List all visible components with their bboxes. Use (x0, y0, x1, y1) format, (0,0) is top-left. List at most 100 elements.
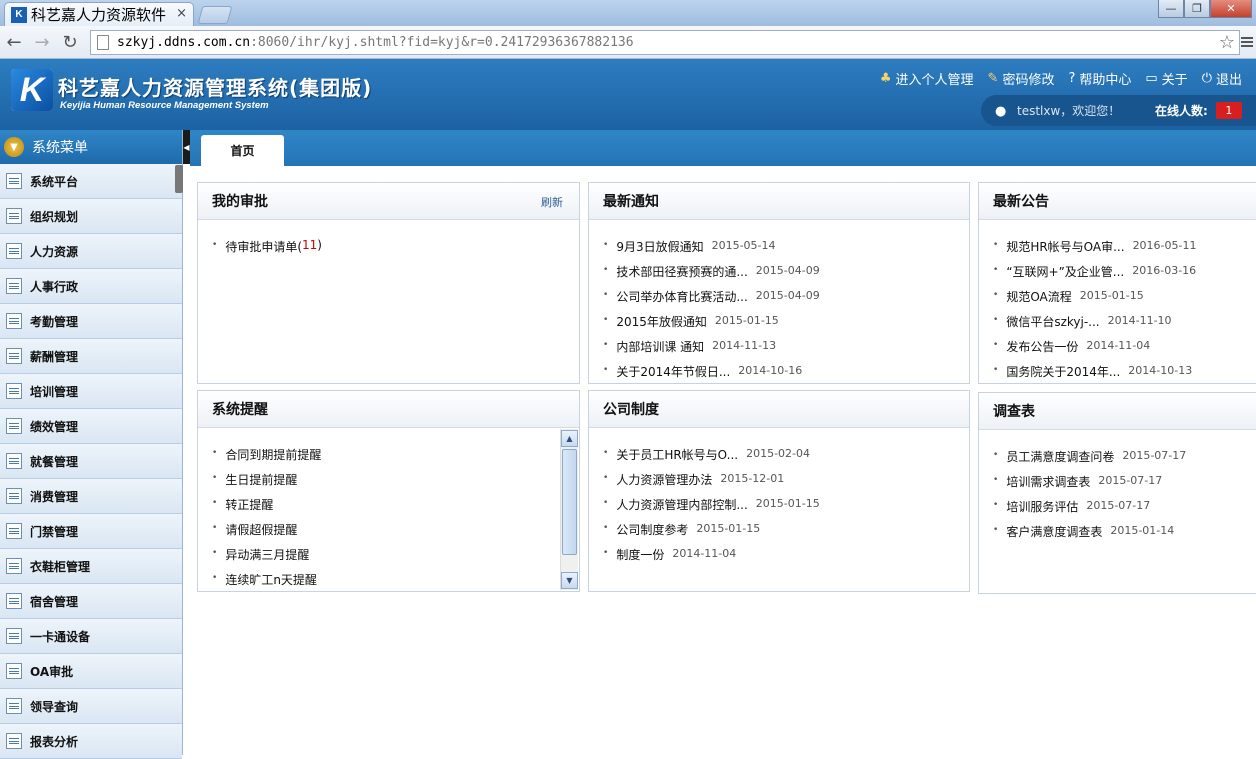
sidebar-item[interactable]: 领导查询 (0, 689, 182, 724)
reminders-scrollbar[interactable]: ▲ ▼ (560, 429, 578, 590)
panel-title: 公司制度 (603, 402, 659, 418)
sidebar-item[interactable]: 系统平台 (0, 164, 182, 199)
item-title: 内部培训课 通知 (616, 340, 705, 354)
sidebar-item[interactable]: 报表分析 (0, 724, 182, 759)
logo-icon: K (11, 69, 53, 111)
new-tab-button[interactable] (197, 6, 233, 24)
list-item[interactable]: • 内部培训课 通知 2014-11-13 (603, 338, 969, 363)
list-item[interactable]: • 异动满三月提醒 (212, 546, 579, 571)
panel-header: 最新通知 (589, 183, 969, 220)
list-item[interactable]: • 公司举办体育比赛活动... 2015-04-09 (603, 288, 969, 313)
list-item[interactable]: • 规范OA流程 2015-01-15 (993, 288, 1256, 313)
item-title: 合同到期提前提醒 (225, 448, 322, 462)
list-icon (6, 418, 22, 434)
user-bar: ● testlxw，欢迎您！ 在线人数: 1 (981, 95, 1256, 126)
sidebar-collapse-button[interactable]: ◀ (183, 130, 190, 164)
list-item[interactable]: • 微信平台szkyj-... 2014-11-10 (993, 313, 1256, 338)
list-item[interactable]: • 技术部田径赛预赛的通... 2015-04-09 (603, 263, 969, 288)
approvals-list: • 待审批申请单(11) (198, 220, 579, 263)
sidebar-item[interactable]: 消费管理 (0, 479, 182, 514)
forward-arrow-icon[interactable]: → (28, 28, 56, 56)
minimize-button[interactable]: — (1158, 0, 1184, 18)
logout-link[interactable]: ⏻ 退出 (1202, 69, 1242, 88)
personal-management-link[interactable]: ♣ 进入个人管理 (880, 69, 974, 88)
list-item[interactable]: • 转正提醒 (212, 496, 579, 521)
list-item[interactable]: • 员工满意度调查问卷 2015-07-17 (993, 448, 1256, 473)
item-title: 2015年放假通知 (616, 315, 707, 329)
sidebar-item-label: 系统平台 (30, 174, 79, 189)
notices-panel: 最新通知 • 9月3日放假通知 2015-05-14 • 技术部田径赛预赛的通... 20… (588, 182, 970, 384)
browser-tab[interactable]: K 科艺嘉人力资源软件 × (4, 2, 194, 26)
list-item[interactable]: • 请假超假提醒 (212, 521, 579, 546)
list-item[interactable]: • 关于员工HR帐号与O... 2015-02-04 (603, 446, 969, 471)
bookmark-star-icon[interactable]: ☆ (1219, 32, 1235, 53)
list-item[interactable]: • 培训需求调查表 2015-07-17 (993, 473, 1256, 498)
list-item[interactable]: • 客户满意度调查表 2015-01-14 (993, 523, 1256, 548)
announcements-list: • 规范HR帐号与OA审... 2016-05-11 • “互联网+”及企业管... 20… (979, 220, 1256, 388)
help-center-link[interactable]: ? 帮助中心 (1068, 69, 1131, 88)
panel-title: 调查表 (993, 404, 1035, 420)
back-arrow-icon[interactable]: ← (0, 28, 28, 56)
scroll-up-icon[interactable]: ▲ (561, 430, 578, 447)
scroll-thumb[interactable] (562, 449, 577, 555)
page-icon (97, 35, 109, 50)
sidebar-item[interactable]: 一卡通设备 (0, 619, 182, 654)
sidebar-item[interactable]: 衣鞋柜管理 (0, 549, 182, 584)
item-date: 2015-07-17 (1122, 449, 1187, 462)
list-item[interactable]: • 国务院关于2014年... 2014-10-13 (993, 363, 1256, 388)
tab-home[interactable]: 首页 (201, 135, 284, 166)
close-window-button[interactable]: ✕ (1210, 0, 1252, 18)
sidebar-item[interactable]: 绩效管理 (0, 409, 182, 444)
notices-list: • 9月3日放假通知 2015-05-14 • 技术部田径赛预赛的通... 2015-04… (589, 220, 969, 388)
sidebar-item[interactable]: 组织规划 (0, 199, 182, 234)
sidebar-item[interactable]: 人事行政 (0, 269, 182, 304)
surveys-list: • 员工满意度调查问卷 2015-07-17 • 培训需求调查表 2015-07-17 • 培… (979, 430, 1256, 548)
sidebar-item-label: 绩效管理 (30, 419, 79, 434)
url-input[interactable]: szkyj.ddns.com.cn:8060/ihr/kyj.shtml?fid… (90, 30, 1240, 55)
panel-header: 最新公告 (979, 183, 1256, 220)
list-item[interactable]: • 关于2014年节假日... 2014-10-16 (603, 363, 969, 388)
sidebar-item-label: 组织规划 (30, 209, 79, 224)
list-item[interactable]: • 发布公告一份 2014-11-04 (993, 338, 1256, 363)
list-item[interactable]: • 人力资源管理内部控制... 2015-01-15 (603, 496, 969, 521)
list-item[interactable]: • 待审批申请单(11) (212, 238, 579, 263)
restore-button[interactable]: ❐ (1184, 0, 1210, 18)
refresh-link[interactable]: 刷新 (541, 194, 563, 210)
item-date: 2015-04-09 (755, 264, 820, 277)
reload-icon[interactable]: ↻ (56, 28, 84, 56)
sidebar-item[interactable]: OA审批 (0, 654, 182, 689)
list-icon (6, 523, 22, 539)
list-item[interactable]: • 制度一份 2014-11-04 (603, 546, 969, 571)
list-item[interactable]: • 9月3日放假通知 2015-05-14 (603, 238, 969, 263)
about-link[interactable]: ▭ 关于 (1145, 69, 1187, 88)
sidebar-item[interactable]: 薪酬管理 (0, 339, 182, 374)
list-item[interactable]: • 合同到期提前提醒 (212, 446, 579, 471)
sidebar-item[interactable]: 培训管理 (0, 374, 182, 409)
help-icon: ? (1068, 71, 1076, 86)
chat-icon: ▭ (1145, 71, 1158, 86)
item-title: 微信平台szkyj-... (1006, 315, 1100, 329)
item-date: 2015-12-01 (720, 472, 785, 485)
list-item[interactable]: • 公司制度参考 2015-01-15 (603, 521, 969, 546)
list-item[interactable]: • 人力资源管理办法 2015-12-01 (603, 471, 969, 496)
sidebar-item[interactable]: 考勤管理 (0, 304, 182, 339)
browser-menu-icon[interactable] (1240, 35, 1254, 49)
scroll-down-icon[interactable]: ▼ (561, 572, 578, 589)
list-item[interactable]: • 培训服务评估 2015-07-17 (993, 498, 1256, 523)
list-item[interactable]: • “互联网+”及企业管... 2016-03-16 (993, 263, 1256, 288)
sidebar-scroll-handle[interactable] (175, 165, 183, 193)
list-item[interactable]: • 连续旷工n天提醒 (212, 571, 579, 596)
sidebar-header[interactable]: ▼ 系统菜单 (0, 130, 182, 164)
list-item[interactable]: • 生日提前提醒 (212, 471, 579, 496)
url-path: :8060/ihr/kyj.shtml?fid=kyj&r=0.24172936… (250, 35, 634, 50)
sidebar-item[interactable]: 门禁管理 (0, 514, 182, 549)
sidebar-item[interactable]: 人力资源 (0, 234, 182, 269)
sidebar: ▼ 系统菜单 系统平台组织规划人力资源 人事行政 考勤管理 薪酬管理 培训管理绩效管理就… (0, 130, 183, 759)
sidebar-item[interactable]: 就餐管理 (0, 444, 182, 479)
list-item[interactable]: • 2015年放假通知 2015-01-15 (603, 313, 969, 338)
panel-title: 最新通知 (603, 194, 659, 210)
sidebar-item[interactable]: 宿舍管理 (0, 584, 182, 619)
tab-close-icon[interactable]: × (176, 6, 187, 21)
list-item[interactable]: • 规范HR帐号与OA审... 2016-05-11 (993, 238, 1256, 263)
change-password-link[interactable]: ✎ 密码修改 (988, 69, 1055, 88)
